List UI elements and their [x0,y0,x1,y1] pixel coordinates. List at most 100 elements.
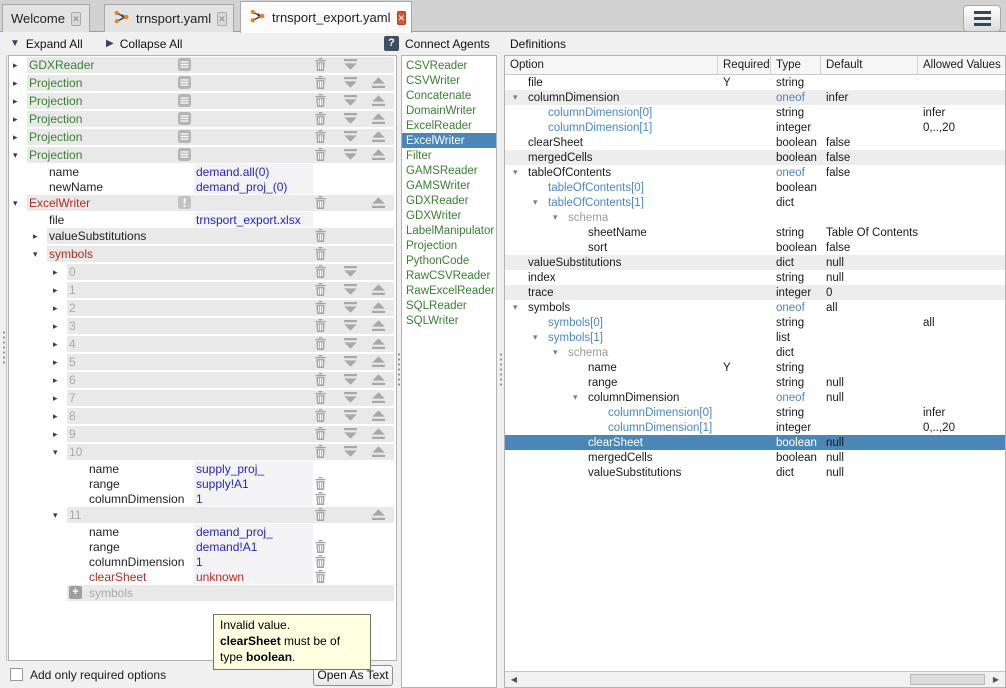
hamburger-menu-button[interactable] [963,5,1001,32]
delete-icon[interactable] [314,196,332,210]
move-down-icon[interactable] [342,355,360,369]
agent-list-item-rawcsvreader[interactable]: RawCSVReader [402,268,496,283]
move-up-icon[interactable] [370,409,388,423]
tree-value[interactable]: unknown [196,569,244,584]
delete-icon[interactable] [314,76,332,90]
tree-node-row[interactable]: ▸0 [9,263,396,281]
delete-icon[interactable] [314,319,332,333]
tree-node-row[interactable]: ▸Projection [9,110,396,128]
agent-list-item-rawexcelreader[interactable]: RawExcelReader [402,283,496,298]
agent-list-item-csvwriter[interactable]: CSVWriter [402,73,496,88]
tree-add-row[interactable]: +symbols [9,584,396,602]
document-icon[interactable] [177,112,194,127]
definition-row[interactable]: valueSubstitutionsdictnull [505,465,1005,480]
definition-row[interactable]: clearSheetbooleannull [505,435,1005,450]
expander-icon[interactable]: ▸ [53,407,65,425]
definition-row[interactable]: columnDimension[0]stringinfer [505,105,1005,120]
move-down-icon[interactable] [342,409,360,423]
delete-icon[interactable] [314,301,332,315]
expander-icon[interactable]: ▸ [13,56,25,74]
document-icon[interactable] [177,58,194,73]
expander-icon[interactable]: ▸ [53,371,65,389]
agent-list-item-gdxwriter[interactable]: GDXWriter [402,208,496,223]
definition-row[interactable]: tableOfContents[0]boolean [505,180,1005,195]
document-icon[interactable] [177,148,194,163]
tree-node-row[interactable]: ▸valueSubstitutions [9,227,396,245]
tree-node-row[interactable]: ▾Projection [9,146,396,164]
expander-icon[interactable]: ▸ [13,92,25,110]
tree-value[interactable]: demand_proj_(0) [196,179,287,194]
agent-list-item-projection[interactable]: Projection [402,238,496,253]
agent-list-item-gdxreader[interactable]: GDXReader [402,193,496,208]
tab-welcome[interactable]: Welcome ✕ [2,4,90,32]
move-up-icon[interactable] [370,508,388,522]
tree-node-row[interactable]: ▸Projection [9,128,396,146]
move-up-icon[interactable] [370,283,388,297]
move-down-icon[interactable] [342,130,360,144]
agent-list-item-excelwriter[interactable]: ExcelWriter [402,133,496,148]
definition-row[interactable]: ▾schemadict [505,345,1005,360]
tree-value[interactable]: supply_proj_ [196,461,264,476]
agent-list-item-filter[interactable]: Filter [402,148,496,163]
delete-icon[interactable] [314,477,332,491]
agent-list-item-pythoncode[interactable]: PythonCode [402,253,496,268]
delete-icon[interactable] [314,58,332,72]
definition-row[interactable]: columnDimension[1]integer0,..,20 [505,120,1005,135]
delete-icon[interactable] [314,148,332,162]
tree-node-row[interactable]: ▾ExcelWriter [9,194,396,212]
definition-row[interactable]: symbols[0]stringall [505,315,1005,330]
expander-icon[interactable]: ▾ [33,245,45,263]
expander-icon[interactable]: ▸ [33,227,45,245]
tree-value[interactable]: 1 [196,491,203,506]
definition-row[interactable]: fileYstring [505,75,1005,90]
expander-icon[interactable]: ▾ [533,332,538,343]
move-down-icon[interactable] [342,148,360,162]
definition-row[interactable]: ▾schema [505,210,1005,225]
delete-icon[interactable] [314,229,332,243]
move-up-icon[interactable] [370,94,388,108]
expander-icon[interactable]: ▸ [53,263,65,281]
tree-node-row[interactable]: ▸5 [9,353,396,371]
expander-icon[interactable]: ▸ [53,353,65,371]
move-up-icon[interactable] [370,112,388,126]
delete-icon[interactable] [314,94,332,108]
agent-list-item-concatenate[interactable]: Concatenate [402,88,496,103]
expander-icon[interactable]: ▸ [13,110,25,128]
expander-icon[interactable]: ▾ [553,212,558,223]
tree-value[interactable]: 1 [196,554,203,569]
delete-icon[interactable] [314,355,332,369]
tree-node-row[interactable]: ▸8 [9,407,396,425]
move-down-icon[interactable] [342,391,360,405]
tree-node-row[interactable]: ▸1 [9,281,396,299]
move-up-icon[interactable] [370,301,388,315]
tree-value[interactable]: trnsport_export.xlsx [196,212,301,227]
agent-list-item-labelmanipulator[interactable]: LabelManipulator [402,223,496,238]
move-up-icon[interactable] [370,130,388,144]
splitter-handle-left[interactable] [2,330,6,366]
delete-icon[interactable] [314,409,332,423]
collapse-all-button[interactable]: ▶ Collapse All [106,32,182,55]
expander-icon[interactable]: ▸ [53,335,65,353]
definition-row[interactable]: ▾symbolsoneofall [505,300,1005,315]
definition-row[interactable]: columnDimension[1]integer0,..,20 [505,420,1005,435]
delete-icon[interactable] [314,570,332,584]
move-down-icon[interactable] [342,112,360,126]
document-icon[interactable] [177,130,194,145]
delete-icon[interactable] [314,373,332,387]
delete-icon[interactable] [314,112,332,126]
definition-row[interactable]: clearSheetbooleanfalse [505,135,1005,150]
expander-icon[interactable]: ▾ [553,347,558,358]
warning-icon[interactable] [177,196,194,211]
move-down-icon[interactable] [342,301,360,315]
delete-icon[interactable] [314,391,332,405]
delete-icon[interactable] [314,247,332,261]
definition-row[interactable]: mergedCellsbooleannull [505,450,1005,465]
expander-icon[interactable]: ▾ [53,443,65,461]
delete-icon[interactable] [314,445,332,459]
delete-icon[interactable] [314,508,332,522]
move-up-icon[interactable] [370,391,388,405]
expander-icon[interactable]: ▾ [513,302,518,313]
delete-icon[interactable] [314,540,332,554]
move-up-icon[interactable] [370,148,388,162]
tree-node-row[interactable]: ▾symbols [9,245,396,263]
